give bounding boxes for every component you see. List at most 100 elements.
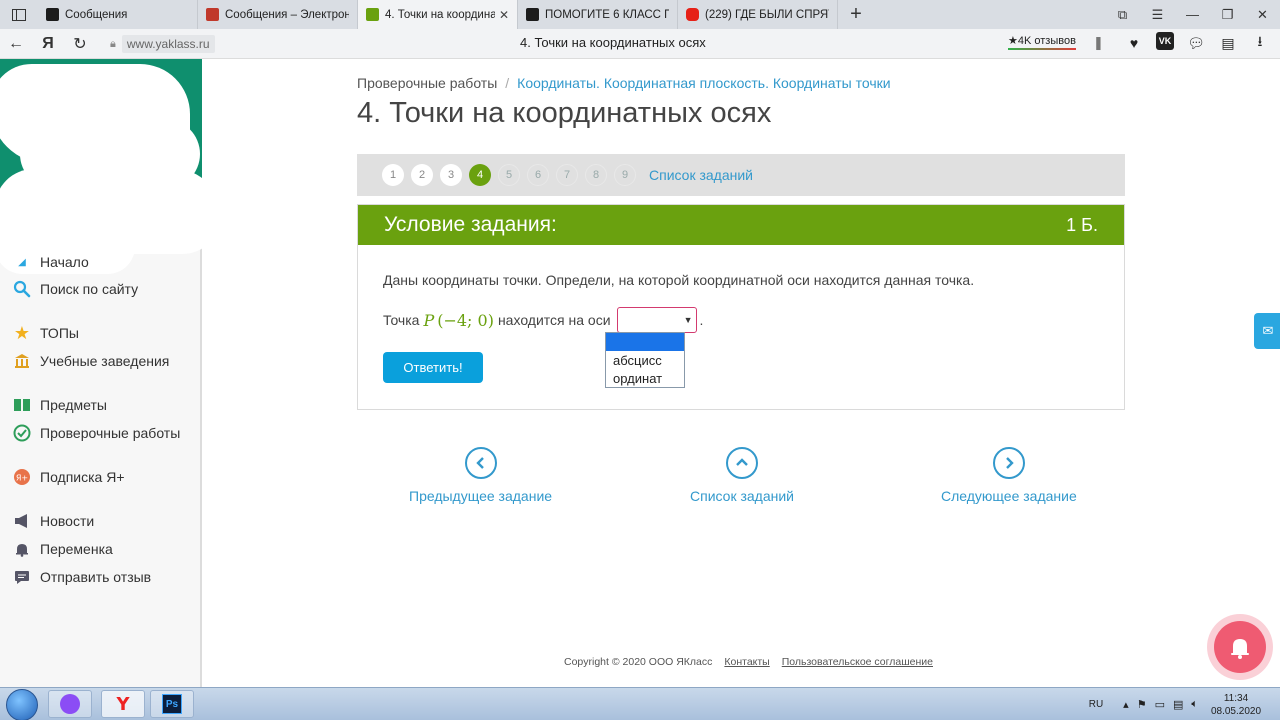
pager-item-7[interactable]: 7 (556, 164, 578, 186)
taskbar-app-photoshop[interactable]: Ps (150, 690, 194, 718)
browser-tab-bar: Сообщения Сообщения – Электронный 4. Точ… (0, 0, 1280, 29)
breadcrumb-separator: / (505, 75, 510, 91)
sidebar-item-feedback[interactable]: Отправить отзыв (0, 563, 200, 591)
next-task-link[interactable]: Следующее задание (941, 447, 1077, 504)
main-content: Проверочные работы / Координаты. Координ… (202, 59, 1280, 687)
close-window-button[interactable]: ✕ (1245, 0, 1280, 29)
footer-copyright: Copyright © 2020 ООО ЯКласс (564, 656, 713, 668)
chevron-left-icon (464, 447, 497, 479)
browser-sidebar-toggle[interactable] (0, 0, 38, 29)
pager-item-6[interactable]: 6 (527, 164, 549, 186)
flag-icon[interactable]: ⚑ (1137, 698, 1147, 711)
tab-title: (229) ГДЕ БЫЛИ СПРЯТАНЫ (705, 8, 829, 21)
browser-tab-4[interactable]: ПОМОГИТЕ 6 КЛАСС ПОЖ (518, 0, 678, 29)
sidebar-item-break[interactable]: Переменка (0, 535, 200, 563)
footer-contacts-link[interactable]: Контакты (724, 656, 769, 668)
pager-item-8[interactable]: 8 (585, 164, 607, 186)
reviews-badge[interactable]: ★4K отзывов (1008, 34, 1076, 50)
browser-tab-1[interactable]: Сообщения (38, 0, 198, 29)
task-navigation: Предыдущее задание Список заданий Следую… (357, 447, 1125, 507)
taskbar-app-yandex-browser[interactable]: Y (101, 690, 145, 718)
sidebar-item-label: Отправить отзыв (40, 569, 152, 585)
system-clock[interactable]: 11:34 08.05.2020 (1206, 692, 1266, 718)
pager-item-3[interactable]: 3 (440, 164, 462, 186)
math-coordinates: (−4; 0) (437, 310, 494, 330)
pager-item-2[interactable]: 2 (411, 164, 433, 186)
system-tray: RU ▴ ⚑ ▭ ▤ 🔈︎ 11:34 08.05.2020 (1089, 688, 1280, 720)
volume-icon[interactable]: 🔈︎ (1191, 698, 1198, 711)
tab-favicon-icon (366, 8, 379, 21)
tab-close-icon[interactable]: ✕ (499, 8, 509, 22)
book-icon (12, 395, 32, 415)
dropdown-option-empty[interactable] (606, 333, 684, 351)
task-list-link[interactable]: Список заданий (649, 167, 753, 183)
minimize-button[interactable]: — (1175, 0, 1210, 29)
sidebar-item-schools[interactable]: Учебные заведения (0, 347, 200, 375)
dropdown-option-abscissa[interactable]: абсцисс (606, 351, 684, 369)
prev-task-link[interactable]: Предыдущее задание (409, 447, 552, 504)
pager-item-5[interactable]: 5 (498, 164, 520, 186)
start-button[interactable] (6, 689, 38, 720)
chevron-up-icon (726, 447, 758, 479)
breadcrumb-current[interactable]: Координаты. Координатная плоскость. Коор… (517, 75, 890, 91)
tab-title: ПОМОГИТЕ 6 КЛАСС ПОЖ (545, 8, 669, 21)
monitor-icon[interactable]: ▭ (1155, 698, 1165, 711)
feedback-mail-tab[interactable]: ✉ (1254, 313, 1280, 349)
chat-icon[interactable]: 💬︎ (1186, 32, 1206, 54)
restore-button[interactable]: ❐ (1210, 0, 1245, 29)
tab-favicon-icon (46, 8, 59, 21)
reload-button[interactable]: ↻ (64, 29, 96, 59)
os-taskbar: Y Ps RU ▴ ⚑ ▭ ▤ 🔈︎ 11:34 08.05.2020 (0, 687, 1280, 720)
menu-icon[interactable]: ☰ (1140, 0, 1175, 29)
sidebar-item-news[interactable]: Новости (0, 507, 200, 535)
sidebar-item-search[interactable]: Поиск по сайту (0, 275, 200, 303)
tray-arrow-icon[interactable]: ▴ (1123, 698, 1129, 711)
sidebar-item-label: Проверочные работы (40, 425, 181, 441)
bell-icon (1214, 621, 1266, 673)
tab-favicon-icon (686, 8, 699, 21)
task-header-title: Условие задания: (384, 213, 557, 236)
sidebar-item-subjects[interactable]: Предметы (0, 391, 200, 419)
bookmark-icon[interactable]: ❚ (1093, 35, 1104, 51)
browser-tab-3-active[interactable]: 4. Точки на координатных ✕ (358, 0, 518, 29)
taskbar-app-alice[interactable] (48, 690, 92, 718)
breadcrumb-root[interactable]: Проверочные работы (357, 75, 497, 91)
network-icon[interactable]: ▤ (1173, 698, 1183, 711)
tab-favicon-icon (526, 8, 539, 21)
sidebar-item-tests[interactable]: Проверочные работы (0, 419, 200, 447)
tab-title: Сообщения – Электронный (225, 8, 349, 21)
new-tab-button[interactable]: + (838, 0, 874, 29)
question-end: . (699, 312, 704, 328)
pager-item-4-current[interactable]: 4 (469, 164, 491, 186)
answer-button[interactable]: Ответить! (383, 352, 483, 383)
browser-tab-5[interactable]: (229) ГДЕ БЫЛИ СПРЯТАНЫ (678, 0, 838, 29)
sidebar-item-label: Новости (40, 513, 95, 529)
math-point-name: P (423, 310, 435, 330)
feedback-icon (12, 567, 32, 587)
yandex-logo-icon[interactable]: Я (32, 29, 64, 59)
footer-agreement-link[interactable]: Пользовательское соглашение (782, 656, 933, 668)
collections-icon[interactable]: ⧉ (1105, 0, 1140, 29)
download-icon[interactable]: ⭳ (1250, 32, 1270, 54)
task-list-nav-link[interactable]: Список заданий (690, 447, 794, 504)
pager-item-1[interactable]: 1 (382, 164, 404, 186)
vk-icon[interactable]: VK (1156, 32, 1174, 50)
language-indicator[interactable]: RU (1089, 699, 1103, 710)
profile-icon[interactable]: ▤ (1218, 32, 1238, 54)
sidebar-item-label: Начало (40, 254, 89, 270)
heart-extension-icon[interactable]: ♥ (1124, 32, 1144, 54)
sidebar-item-home[interactable]: ◢ Начало (0, 249, 200, 275)
pager-item-9[interactable]: 9 (614, 164, 636, 186)
axis-select[interactable]: ▼ (616, 307, 697, 333)
envelope-icon: ✉ (1262, 323, 1274, 338)
menu-spacer (0, 303, 200, 319)
extension-icons: ♥ VK 💬︎ ▤ ⭳ (1124, 32, 1270, 54)
browser-tab-2[interactable]: Сообщения – Электронный (198, 0, 358, 29)
back-button[interactable]: ← (0, 29, 32, 59)
notification-bell-button[interactable] (1207, 614, 1273, 680)
dropdown-option-ordinate[interactable]: ординат (606, 369, 684, 387)
sidebar-item-subscription[interactable]: Я+ Подписка Я+ (0, 463, 200, 491)
sidebar-item-tops[interactable]: ★ ТОПы (0, 319, 200, 347)
sidebar-item-label: ТОПы (40, 325, 79, 341)
clock-time: 11:34 (1223, 692, 1249, 704)
